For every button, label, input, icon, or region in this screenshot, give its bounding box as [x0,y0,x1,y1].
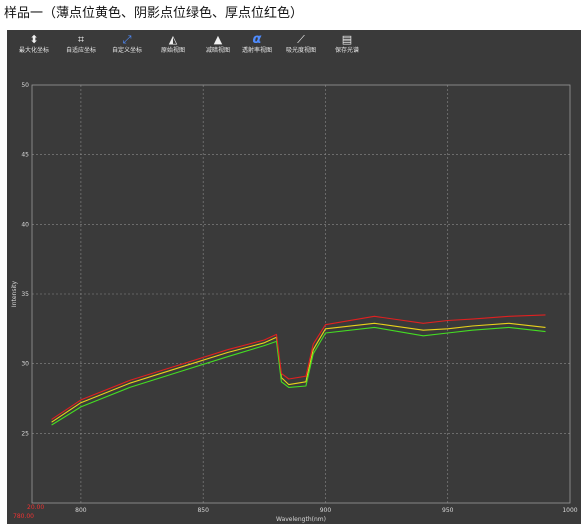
y-axis-label: Intensity [11,280,18,307]
y-tick-label: 40 [21,221,29,228]
chart-ticks: 800 850 900 950 1000 25 30 35 40 45 50 [21,82,577,514]
x-start-label: 780.00 [13,513,34,520]
sample-caption: 样品一（薄点位黄色、阴影点位绿色、厚点位红色） [4,6,304,21]
y-tick-label: 30 [21,361,29,368]
y-tick-label: 50 [21,82,29,89]
y-tick-label: 45 [21,152,29,159]
x-tick-label: 800 [75,507,87,514]
chart-grid [32,85,570,503]
spectrum-viewer: ⬍ 最大化坐标 ⌗ 自适应坐标 ⤢ 自定义坐标 ◭ 原始视图 ▲ 减暗视图 α … [7,30,581,524]
x-tick-label: 1000 [562,507,577,514]
y-tick-label: 25 [21,430,29,437]
chart-series [51,314,546,426]
series-line-1 [51,322,546,423]
y-tick-label: 35 [21,291,29,298]
series-line-2 [51,326,546,426]
x-tick-label: 900 [320,507,332,514]
x-tick-label: 950 [442,507,454,514]
y-start-label: 20.00 [27,504,44,511]
x-tick-label: 850 [197,507,209,514]
x-axis-label: Wavelength(nm) [276,516,326,523]
spectrum-chart[interactable]: 800 850 900 950 1000 25 30 35 40 45 50 Wavelength(… [7,30,581,524]
